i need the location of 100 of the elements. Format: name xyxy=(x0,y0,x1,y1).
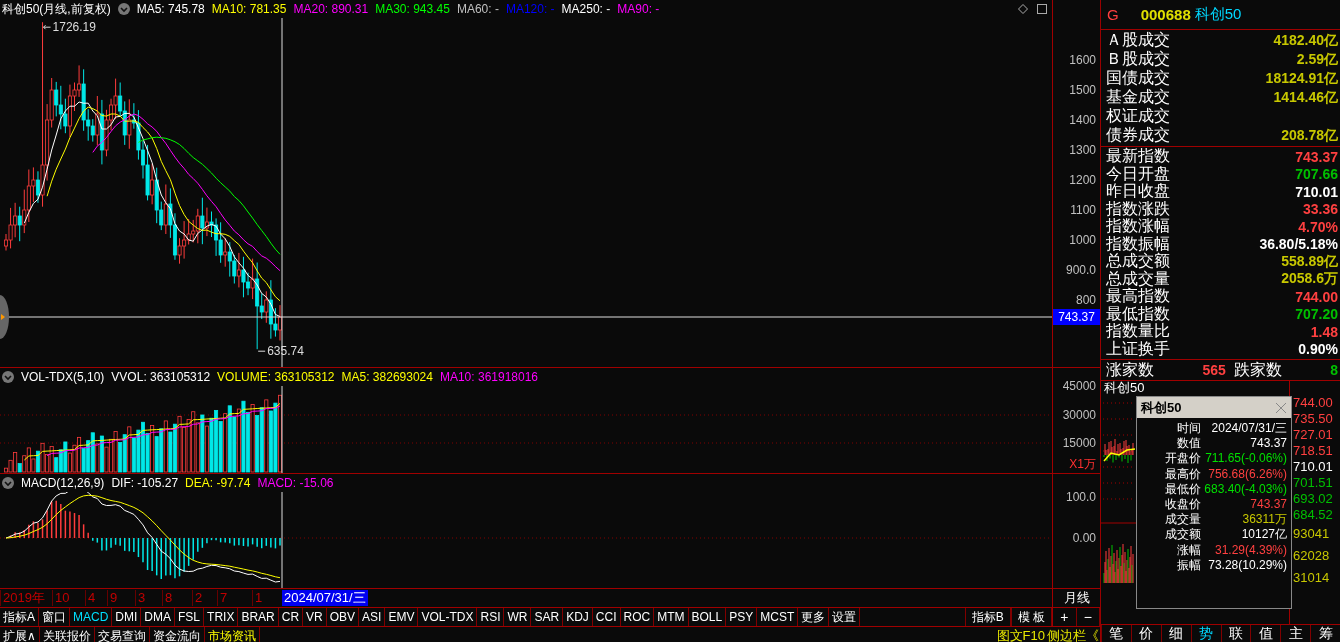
axis-label: 0.00 xyxy=(1072,531,1096,545)
axis-label: 1200 xyxy=(1069,173,1096,187)
stat-value: 744.00 xyxy=(1295,288,1338,305)
tooltip-value: 36311万 xyxy=(1242,512,1287,528)
chart-title: 科创50 xyxy=(1103,381,1146,395)
leader-line xyxy=(43,24,52,30)
indicator-tab[interactable]: VOL-TDX xyxy=(418,608,478,626)
cursor-date-label: 2024/07/31/三 xyxy=(282,590,368,606)
side-tab[interactable]: 值 xyxy=(1250,625,1281,642)
side-link[interactable]: 侧边栏《 xyxy=(1046,627,1100,642)
indicator-value: MA10: 361918016 xyxy=(439,369,539,385)
stat-label: 指数振幅 xyxy=(1106,233,1170,252)
indicator-tab[interactable]: FSL xyxy=(175,608,205,626)
date-label: 8 xyxy=(162,590,173,606)
axis-label: 30000 xyxy=(1062,407,1096,422)
tooltip-label: 时间 xyxy=(1176,421,1201,437)
indicator-tab[interactable]: TRIX xyxy=(204,608,239,626)
stat-label: Ｂ股成交 xyxy=(1106,49,1170,69)
axis-label: 45000 xyxy=(1062,379,1096,393)
bottom-tab[interactable]: 扩展∧ xyxy=(0,627,40,642)
axis-label: 1100 xyxy=(1070,203,1096,217)
zoom-button[interactable]: − xyxy=(1076,608,1100,626)
indicator-tab[interactable]: KDJ xyxy=(563,608,593,626)
indicator-tab[interactable]: BRAR xyxy=(238,608,279,626)
axis-label: 1500 xyxy=(1069,83,1096,97)
stat-label: 指数涨跌 xyxy=(1106,198,1170,218)
indicator-value: DEA: -97.74 xyxy=(185,475,251,491)
bottom-tab[interactable]: 资金流向 xyxy=(149,627,205,642)
bottom-tab[interactable]: 市场资讯 xyxy=(204,627,260,642)
indicator-tab[interactable]: RSI xyxy=(477,608,505,626)
indicator-tab[interactable]: MCST xyxy=(757,608,799,626)
indicator-tab[interactable]: DMA xyxy=(141,608,176,626)
stat-value: 558.89亿 xyxy=(1281,252,1338,271)
side-tab[interactable]: 笔 xyxy=(1101,625,1131,642)
indicator-tab[interactable]: MACD xyxy=(70,608,113,626)
stat-value: 710.01 xyxy=(1295,183,1338,200)
date-label: 2019年 xyxy=(0,590,45,606)
current-price-label: 743.37 xyxy=(1053,309,1100,325)
indicator-tab[interactable]: ASI xyxy=(359,608,386,626)
indicator-tab[interactable]: DMI xyxy=(112,608,142,626)
price-label: 684.52 xyxy=(1292,507,1334,523)
price-annotation: 1726.19 xyxy=(52,20,96,35)
price-label: 718.51 xyxy=(1292,443,1334,459)
stat-value: 2058.6万 xyxy=(1281,270,1338,289)
indicator-tab[interactable]: 设置 xyxy=(829,608,861,626)
indicator-tab[interactable]: MTM xyxy=(654,608,689,626)
stat-label: 基金成交 xyxy=(1106,87,1170,107)
stat-label: 最低指数 xyxy=(1106,303,1170,323)
stat-value: 208.78亿 xyxy=(1281,126,1338,145)
indicator-title: MACD(12,26,9) xyxy=(21,475,105,491)
price-label: 693.02 xyxy=(1292,491,1334,507)
stat-label: 上证换手 xyxy=(1106,338,1170,359)
stat-label: 债券成交 xyxy=(1106,125,1170,145)
indicator-tab[interactable]: ROC xyxy=(620,608,655,626)
side-tab[interactable]: 势 xyxy=(1190,625,1221,642)
tooltip-label: 振幅 xyxy=(1176,557,1201,573)
indicator-tab[interactable]: CCI xyxy=(592,608,621,626)
close-icon[interactable] xyxy=(1275,401,1287,414)
indicator-tab[interactable]: WR xyxy=(504,608,532,626)
tooltip-label: 成交额 xyxy=(1164,527,1201,543)
indicator-tab[interactable]: PSY xyxy=(726,608,758,626)
tooltip-label: 最高价 xyxy=(1164,466,1201,482)
indicator-tab[interactable]: SAR xyxy=(531,608,564,626)
volume-label: 62028 xyxy=(1292,547,1331,565)
side-tab[interactable]: 联 xyxy=(1220,625,1251,642)
side-link[interactable]: 图文F10 xyxy=(995,627,1046,642)
tooltip-value: 2024/07/31/三 xyxy=(1211,421,1287,437)
stat-label: 总成交额 xyxy=(1106,251,1170,270)
indicator-tab[interactable]: BOLL xyxy=(688,608,727,626)
indicator-tab[interactable]: VR xyxy=(303,608,327,626)
tooltip-label: 开盘价 xyxy=(1164,451,1201,467)
zoom-button[interactable]: + xyxy=(1053,608,1077,626)
tooltip-value: 10127亿 xyxy=(1241,527,1287,543)
stat-value: 707.66 xyxy=(1295,166,1338,183)
side-tab[interactable]: 价 xyxy=(1130,625,1161,642)
tooltip-label: 数值 xyxy=(1176,436,1201,452)
stat-value: 743.37 xyxy=(1295,148,1338,165)
indicator-tab[interactable]: 指标A xyxy=(0,608,39,626)
side-tab[interactable]: 细 xyxy=(1160,625,1191,642)
stat-value: 36.80/5.18% xyxy=(1259,236,1338,253)
indicator-tab[interactable]: OBV xyxy=(326,608,360,626)
template-tab[interactable]: 模 板 xyxy=(1010,608,1052,626)
bottom-tab[interactable]: 关联报价 xyxy=(39,627,95,642)
indicator-title: VOL-TDX(5,10) xyxy=(21,369,105,385)
indicator-tab[interactable]: EMV xyxy=(385,608,419,626)
chart-title: 科创50(月线,前复权) xyxy=(2,1,111,17)
bottom-tab[interactable]: 交易查询 xyxy=(94,627,150,642)
side-tab[interactable]: 主 xyxy=(1280,625,1311,642)
indicator-tab[interactable]: CR xyxy=(278,608,304,626)
indicator-value: MA20: 890.31 xyxy=(293,1,369,17)
indicator-value: MA5: 745.78 xyxy=(136,1,205,17)
side-tab[interactable]: 筹 xyxy=(1310,625,1340,642)
price-label: 735.50 xyxy=(1292,411,1334,427)
indicator-tab[interactable]: 窗口 xyxy=(39,608,70,626)
indicator-tab[interactable]: 更多 xyxy=(798,608,830,626)
indicator-value: MA30: 943.45 xyxy=(375,1,450,17)
template-tab[interactable]: 指标B xyxy=(964,608,1011,626)
price-annotation: 635.74 xyxy=(267,344,304,359)
date-label: 10 xyxy=(52,590,70,606)
date-label: 1 xyxy=(252,590,263,606)
